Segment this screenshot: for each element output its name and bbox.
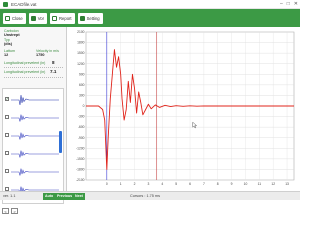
y-tick-label: -1500: [76, 157, 85, 161]
carboion-value: Unstrept: [4, 33, 20, 37]
longitudinal-label-2: Longitudinal prevelent (in): [4, 70, 46, 74]
x-tick-label: 11: [258, 182, 262, 186]
x-tick-label: 5: [175, 182, 177, 186]
trace-thumbnail-line: [11, 150, 59, 158]
y-tick-label: 1200: [77, 62, 85, 66]
report-icon: [52, 15, 58, 21]
trace-list-item[interactable]: [5, 147, 61, 161]
y-tick-label: -2100: [76, 178, 85, 182]
vor-button[interactable]: Vor: [28, 12, 48, 24]
list-buttons: < >: [2, 208, 18, 214]
longitudinal-label-1: Longitudinal prevelent (in): [4, 61, 46, 65]
trace-checkbox[interactable]: [5, 151, 9, 155]
next-tab[interactable]: Next: [73, 193, 85, 200]
x-tick-label: 9: [231, 182, 233, 186]
previous-trace-button[interactable]: <: [2, 208, 9, 214]
title-bar: ECADfile.vat – □ ✕: [0, 0, 300, 9]
trace-thumbnail-line: [11, 168, 59, 176]
trace-list: [2, 88, 64, 204]
trace-thumbnail: [11, 168, 59, 176]
longitudinal-value-1: 8: [52, 60, 55, 65]
trace-list-item[interactable]: [5, 129, 61, 143]
trace-thumbnail: [11, 132, 59, 140]
x-tick-label: 1: [120, 182, 122, 186]
next-trace-button[interactable]: >: [11, 208, 18, 214]
close-window-icon[interactable]: ✕: [294, 1, 298, 7]
report-button-label: Report: [59, 15, 72, 21]
app-icon: [3, 1, 8, 7]
trace-list-item[interactable]: [5, 111, 61, 125]
setting-button[interactable]: Setting: [77, 12, 103, 24]
y-tick-label: 900: [79, 72, 85, 76]
close-file-icon: [5, 15, 10, 21]
x-tick-label: 0: [106, 182, 108, 186]
x-tick-label: 13: [285, 182, 289, 186]
trace-thumbnail: [11, 114, 59, 122]
trace-checkbox[interactable]: [5, 115, 9, 119]
scrollbar-thumb[interactable]: [59, 131, 62, 153]
x-tick-label: 6: [189, 182, 191, 186]
trace-thumbnail-line: [11, 114, 59, 122]
x-tick-label: 12: [271, 182, 275, 186]
divider: [4, 67, 63, 68]
window-controls: – □ ✕: [280, 1, 298, 7]
y-tick-label: 300: [79, 94, 85, 98]
y-tick-label: 600: [79, 83, 85, 87]
trace-checkbox[interactable]: [5, 169, 9, 173]
auto-tab[interactable]: Auto: [43, 193, 56, 200]
vor-button-label: Vor: [37, 15, 45, 21]
minimize-icon[interactable]: –: [280, 1, 283, 7]
x-tick-label: 10: [244, 182, 248, 186]
y-tick-label: -1800: [76, 168, 85, 172]
previous-tab[interactable]: Previous: [55, 193, 75, 200]
y-tick-label: 2100: [77, 30, 85, 34]
chart-canvas[interactable]: 21001800150012009006003000-300-600-900-1…: [68, 27, 300, 191]
y-tick-label: -600: [78, 125, 85, 129]
y-tick-label: -1200: [76, 146, 85, 150]
window-title: ECADfile.vat: [11, 1, 37, 7]
maximize-icon[interactable]: □: [287, 1, 290, 7]
y-tick-label: 1800: [77, 41, 85, 45]
trace-thumbnail-line: [11, 132, 59, 140]
trace-thumbnail-line: [11, 94, 59, 106]
trace-list-item[interactable]: [5, 93, 61, 107]
report-button[interactable]: Report: [50, 12, 75, 24]
close-button-label: Close: [12, 15, 23, 21]
longitudinal-value-2: 7.1: [50, 69, 57, 74]
y-tick-label: 1500: [77, 51, 85, 55]
divider: [4, 77, 63, 78]
y-tick-label: -900: [78, 136, 85, 140]
trace-thumbnail: [11, 94, 59, 106]
x-tick-label: 8: [217, 182, 219, 186]
lattum-value: 12: [4, 53, 9, 57]
toolbar: Close Vor Report Setting: [0, 9, 300, 27]
x-tick-label: 3: [147, 182, 149, 186]
y-tick-label: 0: [83, 104, 85, 108]
setting-button-label: Setting: [86, 15, 100, 21]
version-text: ver. 1.1: [3, 194, 16, 198]
typ-value: (dis): [4, 42, 13, 46]
forward-icon: [30, 15, 36, 21]
trace-checkbox[interactable]: [5, 133, 9, 137]
close-button[interactable]: Close: [3, 12, 26, 24]
cursor-readout: Cursors : 1.75 ms: [130, 194, 160, 198]
y-tick-label: -300: [78, 115, 85, 119]
settings-icon: [79, 15, 85, 21]
trace-checkbox[interactable]: [5, 96, 9, 101]
x-tick-label: 2: [134, 182, 136, 186]
signal-chart[interactable]: 2100 1800 1500 1200 900 600 300 0 -300 -600 -900 -1…: [68, 27, 300, 191]
x-tick-label: 7: [203, 182, 205, 186]
velocity-value: 1750: [36, 53, 45, 57]
trace-thumbnail: [11, 150, 59, 158]
left-panel: Carboion Unstrept Typ (dis) Lattum 12 Ve…: [0, 27, 67, 214]
trace-list-item[interactable]: [5, 165, 61, 179]
status-bar: ver. 1.1 Auto Previous Next Cursors : 1.…: [0, 191, 300, 200]
x-tick-label: 4: [161, 182, 163, 186]
